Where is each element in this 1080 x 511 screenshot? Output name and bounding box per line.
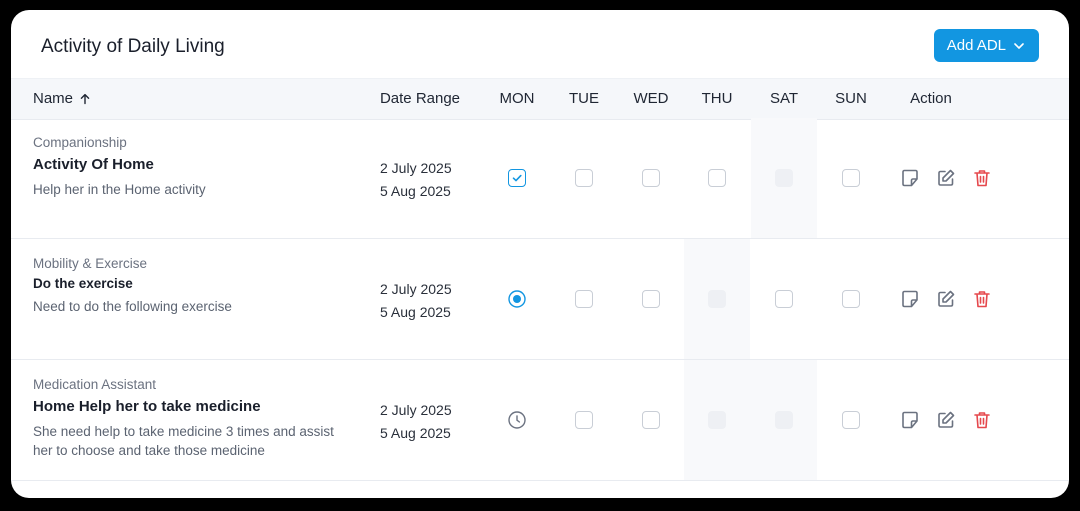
edit-icon[interactable] [935, 409, 957, 431]
row-name: Do the exercise [33, 276, 133, 291]
check-icon [512, 174, 522, 182]
day-checkbox-sun[interactable] [842, 169, 860, 187]
day-checkbox-sat-disabled [775, 169, 793, 187]
add-adl-label: Add ADL [946, 37, 1006, 54]
day-checkbox-tue[interactable] [575, 169, 593, 187]
column-header-mon: MON [499, 90, 535, 107]
row-start-date: 2 July 2025 [380, 160, 452, 176]
note-icon[interactable] [899, 409, 921, 431]
day-checkbox-thu-disabled [708, 411, 726, 429]
column-header-date-range: Date Range [379, 90, 461, 107]
day-checkbox-thu-disabled [708, 290, 726, 308]
day-checkbox-sat-disabled [775, 411, 793, 429]
row-description: Help her in the Home activity [33, 182, 206, 197]
row-description: Need to do the following exercise [33, 299, 232, 314]
row-name: Activity Of Home [33, 156, 154, 173]
note-icon[interactable] [899, 167, 921, 189]
column-header-sat: SAT [769, 90, 799, 107]
day-checkbox-tue[interactable] [575, 290, 593, 308]
edit-icon[interactable] [935, 167, 957, 189]
table-row: Companionship Activity Of Home Help her … [11, 118, 1069, 239]
column-header-name-label: Name [33, 90, 74, 107]
row-actions [899, 167, 993, 189]
column-header-sun: SUN [835, 90, 867, 107]
row-end-date: 5 Aug 2025 [380, 304, 451, 320]
row-end-date: 5 Aug 2025 [380, 425, 451, 441]
adl-card: Activity of Daily Living Add ADL Name Da… [11, 10, 1069, 498]
clock-icon [508, 411, 526, 429]
column-header-name[interactable]: Name [33, 79, 91, 119]
day-checkbox-tue[interactable] [575, 411, 593, 429]
row-category: Mobility & Exercise [33, 256, 148, 271]
row-category: Companionship [33, 135, 127, 150]
day-checkbox-mon-checked[interactable] [508, 169, 526, 187]
day-checkbox-sun[interactable] [842, 411, 860, 429]
day-checkbox-wed[interactable] [642, 411, 660, 429]
card-header: Activity of Daily Living Add ADL [11, 10, 1069, 78]
table-row: Mobility & Exercise Do the exercise Need… [11, 239, 1069, 360]
disabled-column-shade [684, 360, 817, 480]
row-description: She need help to take medicine 3 times a… [33, 424, 334, 458]
day-checkbox-wed[interactable] [642, 290, 660, 308]
row-name: Home Help her to take medicine [33, 398, 261, 415]
row-category: Medication Assistant [33, 377, 157, 392]
column-header-tue: TUE [569, 90, 599, 107]
column-header-thu: THU [701, 90, 733, 107]
row-actions [899, 288, 993, 310]
day-radio-mon-selected[interactable] [508, 290, 526, 308]
day-checkbox-thu[interactable] [708, 169, 726, 187]
trash-icon[interactable] [971, 288, 993, 310]
chevron-down-icon [1013, 40, 1025, 52]
row-actions [899, 409, 993, 431]
edit-icon[interactable] [935, 288, 957, 310]
trash-icon[interactable] [971, 409, 993, 431]
row-end-date: 5 Aug 2025 [380, 183, 451, 199]
column-header-action: Action [910, 90, 952, 107]
day-checkbox-sun[interactable] [842, 290, 860, 308]
table-header: Name Date Range MON TUE WED THU SAT SUN … [11, 78, 1069, 120]
day-checkbox-sat[interactable] [775, 290, 793, 308]
arrow-up-icon[interactable] [79, 81, 91, 121]
add-adl-button[interactable]: Add ADL [933, 29, 1039, 62]
row-start-date: 2 July 2025 [380, 281, 452, 297]
table-row: Medication Assistant Home Help her to ta… [11, 360, 1069, 481]
day-checkbox-wed[interactable] [642, 169, 660, 187]
row-start-date: 2 July 2025 [380, 402, 452, 418]
note-icon[interactable] [899, 288, 921, 310]
day-pending-mon[interactable] [508, 411, 526, 429]
column-header-wed: WED [633, 90, 669, 107]
page-title: Activity of Daily Living [41, 36, 225, 57]
radio-selected-icon [508, 290, 526, 308]
trash-icon[interactable] [971, 167, 993, 189]
